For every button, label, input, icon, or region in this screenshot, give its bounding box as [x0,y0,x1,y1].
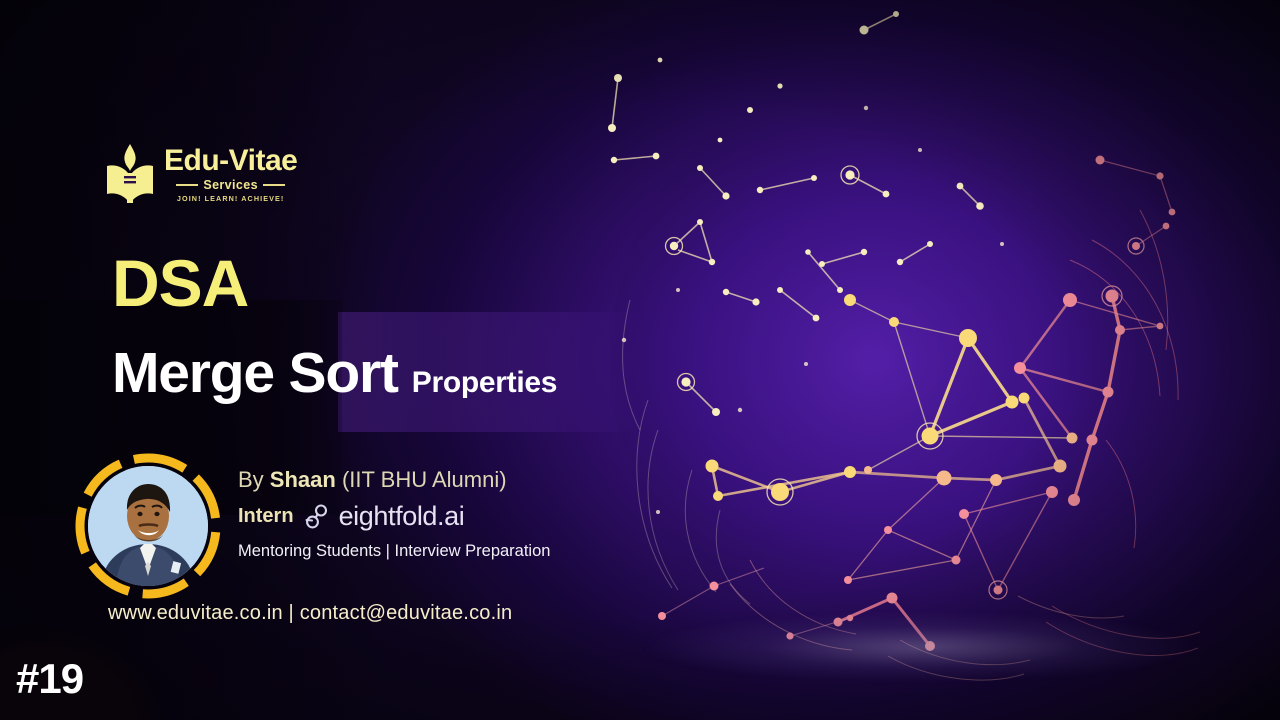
avatar [74,452,222,600]
rule-left [176,183,199,186]
presenter-credential: (IIT BHU Alumni) [335,467,507,492]
floor-glow [560,592,1280,702]
byline-prefix: By [238,467,270,492]
brand-subtitle-row: Services [176,178,285,192]
contact-line: www.eduvitae.co.in | contact@eduvitae.co… [108,602,513,624]
avatar-photo [88,466,208,586]
brand-logo: Edu-Vitae Services JOIN! LEARN! ACHIEVE! [104,142,298,206]
page-title-sub: Properties [411,366,558,399]
presenter-info: By Shaan (IIT BHU Alumni) Intern eightfo… [238,466,658,561]
episode-number: #19 [16,655,84,702]
presenter-role-label: Intern [238,505,294,528]
page-title: Merge Sort Properties [112,345,557,402]
page-title-main: Merge Sort [112,341,399,405]
presenter-byline: By Shaan (IIT BHU Alumni) [238,466,658,494]
brand-name: Edu-Vitae [164,143,298,177]
eightfold-infinity-icon [303,503,330,530]
brand-tagline: JOIN! LEARN! ACHIEVE! [176,193,285,203]
presenter-role-row: Intern eightfold.ai [238,501,658,532]
brand-subtitle: Services [203,177,258,192]
slide-root: Edu-Vitae Services JOIN! LEARN! ACHIEVE!… [0,0,1280,720]
eightfold-wordmark: eightfold.ai [338,501,465,532]
rule-right [262,183,285,186]
page-eyebrow: DSA [112,246,249,320]
presenter-services: Mentoring Students | Interview Preparati… [238,542,551,561]
book-flame-icon [104,142,156,206]
presenter-name: Shaan [269,467,336,492]
brand-wordmark: Edu-Vitae Services JOIN! LEARN! ACHIEVE! [164,143,298,203]
